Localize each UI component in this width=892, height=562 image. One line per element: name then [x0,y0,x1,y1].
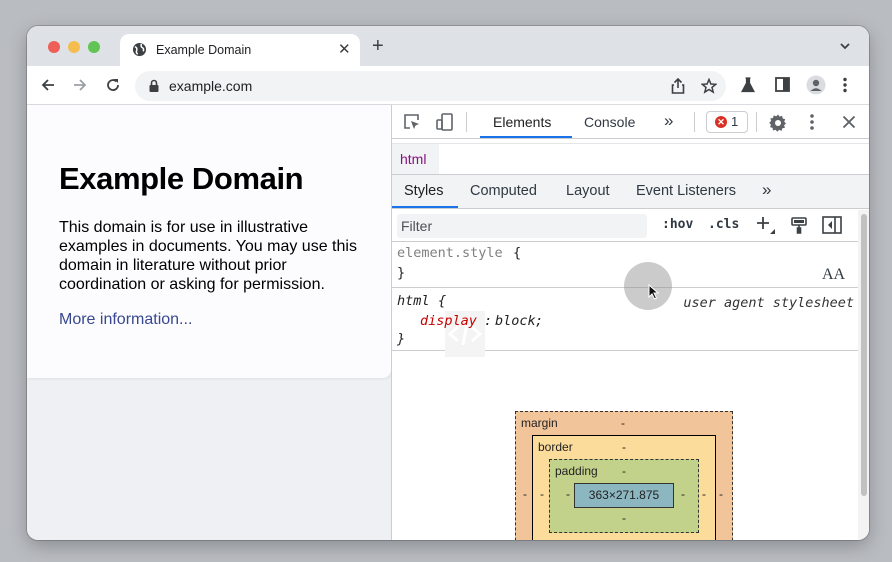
tab-strip: Example Domain ✕ + [27,26,869,66]
toolbar-divider [694,112,695,132]
styles-filter-bar: :hov .cls [392,210,858,242]
content-card: Example Domain This domain is for use in… [27,105,391,378]
labs-flask-icon[interactable] [741,77,755,93]
css-colon: : [484,313,493,329]
tab-elements[interactable]: Elements [493,114,551,130]
open-brace: { [513,245,522,261]
margin-label: margin [521,416,558,430]
padding-left-value: - [566,487,570,501]
close-brace: } [397,265,406,281]
html-ua-rule[interactable]: html { user agent stylesheet display : b… [392,289,858,357]
back-arrow-icon[interactable] [40,77,56,93]
browser-tab[interactable]: Example Domain ✕ [120,34,360,66]
chevron-down-icon[interactable] [839,41,851,51]
box-model-margin[interactable]: margin - - - border - - - - padding - - … [515,411,733,540]
padding-bottom-value: - [622,511,626,525]
browser-menu-icon[interactable] [843,77,847,93]
inspect-element-icon[interactable] [403,113,421,131]
tab-console[interactable]: Console [584,114,635,130]
side-panel-icon[interactable] [775,77,790,92]
scrollbar-thumb[interactable] [861,214,867,496]
browser-toolbar: example.com [27,66,869,105]
reload-icon[interactable] [105,77,121,93]
new-tab-button[interactable]: + [372,36,384,56]
styles-scrollbar[interactable] [858,210,869,540]
share-icon[interactable] [671,78,685,94]
profile-avatar-icon[interactable] [806,75,826,95]
page-heading: Example Domain [59,161,304,196]
error-icon: ✕ [715,116,727,128]
devtools-panel: Elements Console » ✕ 1 html Styles Compu… [391,105,869,540]
box-model-padding[interactable]: padding - - - - 363×271.875 [549,459,699,533]
toolbar-divider [756,112,757,132]
error-count-badge[interactable]: ✕ 1 [706,111,748,133]
address-bar[interactable]: example.com [135,71,726,101]
box-model-border[interactable]: border - - - - padding - - - - 363×271.8… [532,435,716,540]
more-information-link[interactable]: More information... [59,311,192,329]
tab-title: Example Domain [156,43,252,57]
border-bottom-value: - [622,536,626,540]
hov-toggle-button[interactable]: :hov [662,217,693,232]
html-selector: html [397,293,430,309]
subtab-computed[interactable]: Computed [470,183,537,199]
style-rules-pane: element.style { } AA html { user agent s… [392,242,858,357]
subtab-styles[interactable]: Styles [404,183,444,199]
css-semicolon: ; [535,313,544,329]
margin-right-value: - [719,487,723,501]
device-toolbar-icon[interactable] [436,113,454,131]
border-label: border [538,440,573,454]
forward-arrow-icon[interactable] [72,77,88,93]
css-property-value[interactable]: block [495,313,536,329]
lock-icon[interactable] [148,79,160,93]
margin-top-value: - [621,416,625,430]
error-count: 1 [731,114,739,129]
element-style-selector: element.style [397,245,503,261]
subtab-layout[interactable]: Layout [566,183,610,199]
active-tab-indicator [480,136,572,138]
user-agent-stylesheet-label: user agent stylesheet [683,295,854,311]
browser-window: Example Domain ✕ + example.com Example D… [27,26,869,540]
styles-filter-input[interactable] [397,214,647,238]
devtools-menu-icon[interactable] [810,113,814,131]
border-top-value: - [622,440,626,454]
new-style-rule-icon[interactable] [756,215,776,235]
padding-top-value: - [622,464,626,478]
subtab-event-listeners[interactable]: Event Listeners [636,183,736,199]
border-left-value: - [540,487,544,501]
mouse-pointer-icon [648,284,660,300]
css-property-name[interactable]: display [420,313,477,329]
padding-right-value: - [681,487,685,501]
maximize-window-button[interactable] [88,41,100,53]
close-brace: } [397,331,406,347]
active-subtab-indicator [392,206,458,208]
more-tabs-button[interactable]: » [664,111,673,131]
settings-gear-icon[interactable] [768,113,788,133]
devtools-main-toolbar: Elements Console » ✕ 1 [392,105,869,139]
cls-toggle-button[interactable]: .cls [708,217,739,232]
url-text: example.com [169,78,253,94]
breadcrumb-label: html [400,151,427,167]
open-brace: { [438,293,447,309]
text-size-icon[interactable]: AA [822,266,845,284]
box-model-content[interactable]: 363×271.875 [574,483,674,508]
close-devtools-icon[interactable] [842,115,856,129]
padding-label: padding [555,464,598,478]
close-window-button[interactable] [48,41,60,53]
bookmark-star-icon[interactable] [701,78,717,94]
minimize-window-button[interactable] [68,41,80,53]
more-subtabs-button[interactable]: » [762,180,771,200]
margin-left-value: - [523,487,527,501]
toggle-sidebar-icon[interactable] [822,216,842,234]
breadcrumb: html [392,143,869,175]
element-state-paint-icon[interactable] [790,216,808,234]
styles-subtabs: Styles Computed Layout Event Listeners » [392,175,869,209]
toolbar-divider [466,112,467,132]
border-right-value: - [702,487,706,501]
page-viewport: Example Domain This domain is for use in… [27,105,391,540]
breadcrumb-item-html[interactable]: html [392,144,439,174]
globe-icon [132,42,147,57]
page-paragraph: This domain is for use in illustrative e… [59,219,357,293]
close-tab-icon[interactable]: ✕ [338,40,351,58]
